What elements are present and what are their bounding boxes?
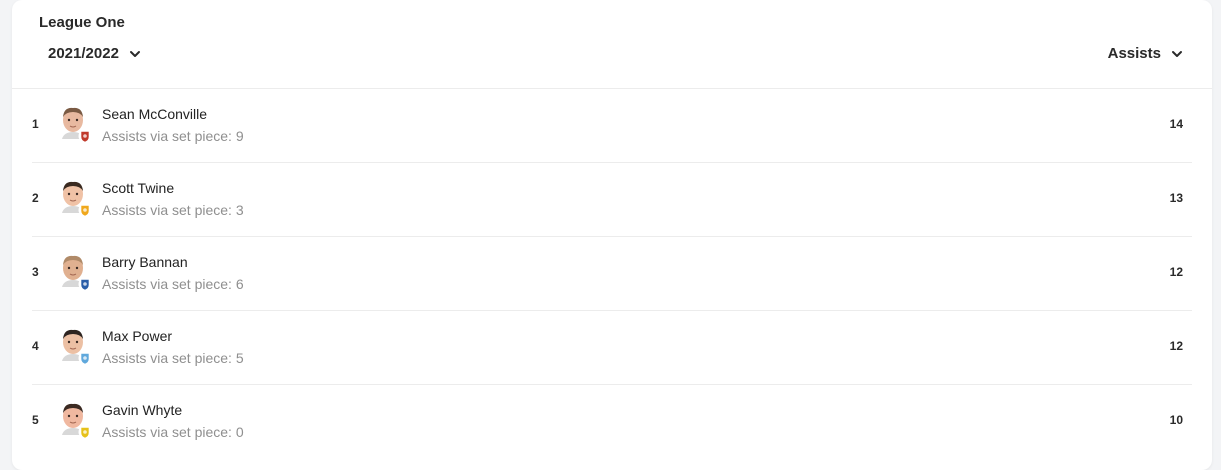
player-row[interactable]: 1 Sean McConville Assists via set piece:… (32, 89, 1192, 163)
player-rank: 5 (32, 413, 39, 427)
player-avatar[interactable] (58, 401, 92, 441)
stat-label: Assists (1107, 45, 1161, 62)
set-piece-assists: Assists via set piece: 9 (102, 128, 244, 144)
player-avatar[interactable] (58, 327, 92, 367)
assists-value: 12 (1169, 339, 1183, 353)
club-badge-icon (78, 277, 92, 291)
set-piece-assists: Assists via set piece: 6 (102, 276, 244, 292)
set-piece-assists: Assists via set piece: 5 (102, 350, 244, 366)
club-badge-icon (78, 351, 92, 365)
league-stats-card: League One 2021/2022 Assists 1 Sean McCo… (12, 0, 1212, 470)
assists-value: 14 (1169, 117, 1183, 131)
player-row[interactable]: 5 Gavin Whyte Assists via set piece: 0 1… (32, 385, 1192, 458)
player-row[interactable]: 2 Scott Twine Assists via set piece: 3 1… (32, 163, 1192, 237)
player-row[interactable]: 4 Max Power Assists via set piece: 5 12 (32, 311, 1192, 385)
player-rank: 2 (32, 191, 39, 205)
set-piece-assists: Assists via set piece: 0 (102, 424, 244, 440)
player-rank: 4 (32, 339, 39, 353)
player-avatar[interactable] (58, 105, 92, 145)
player-avatar[interactable] (58, 179, 92, 219)
club-badge-icon (78, 203, 92, 217)
league-title: League One (39, 14, 125, 31)
player-name[interactable]: Scott Twine (102, 180, 174, 196)
player-rank: 1 (32, 117, 39, 131)
player-avatar[interactable] (58, 253, 92, 293)
assists-value: 13 (1169, 191, 1183, 205)
player-name[interactable]: Gavin Whyte (102, 402, 182, 418)
stat-dropdown[interactable]: Assists (1108, 45, 1183, 62)
set-piece-assists: Assists via set piece: 3 (102, 202, 244, 218)
season-label: 2021/2022 (48, 45, 119, 62)
season-dropdown[interactable]: 2021/2022 (48, 45, 141, 62)
club-badge-icon (78, 129, 92, 143)
player-rank: 3 (32, 265, 39, 279)
player-list: 1 Sean McConville Assists via set piece:… (32, 89, 1192, 458)
chevron-down-icon (1172, 50, 1182, 57)
player-name[interactable]: Max Power (102, 328, 172, 344)
chevron-down-icon (129, 50, 140, 57)
player-row[interactable]: 3 Barry Bannan Assists via set piece: 6 … (32, 237, 1192, 311)
player-name[interactable]: Sean McConville (102, 106, 207, 122)
assists-value: 12 (1169, 265, 1183, 279)
player-name[interactable]: Barry Bannan (102, 254, 188, 270)
club-badge-icon (78, 425, 92, 439)
assists-value: 10 (1169, 413, 1183, 427)
